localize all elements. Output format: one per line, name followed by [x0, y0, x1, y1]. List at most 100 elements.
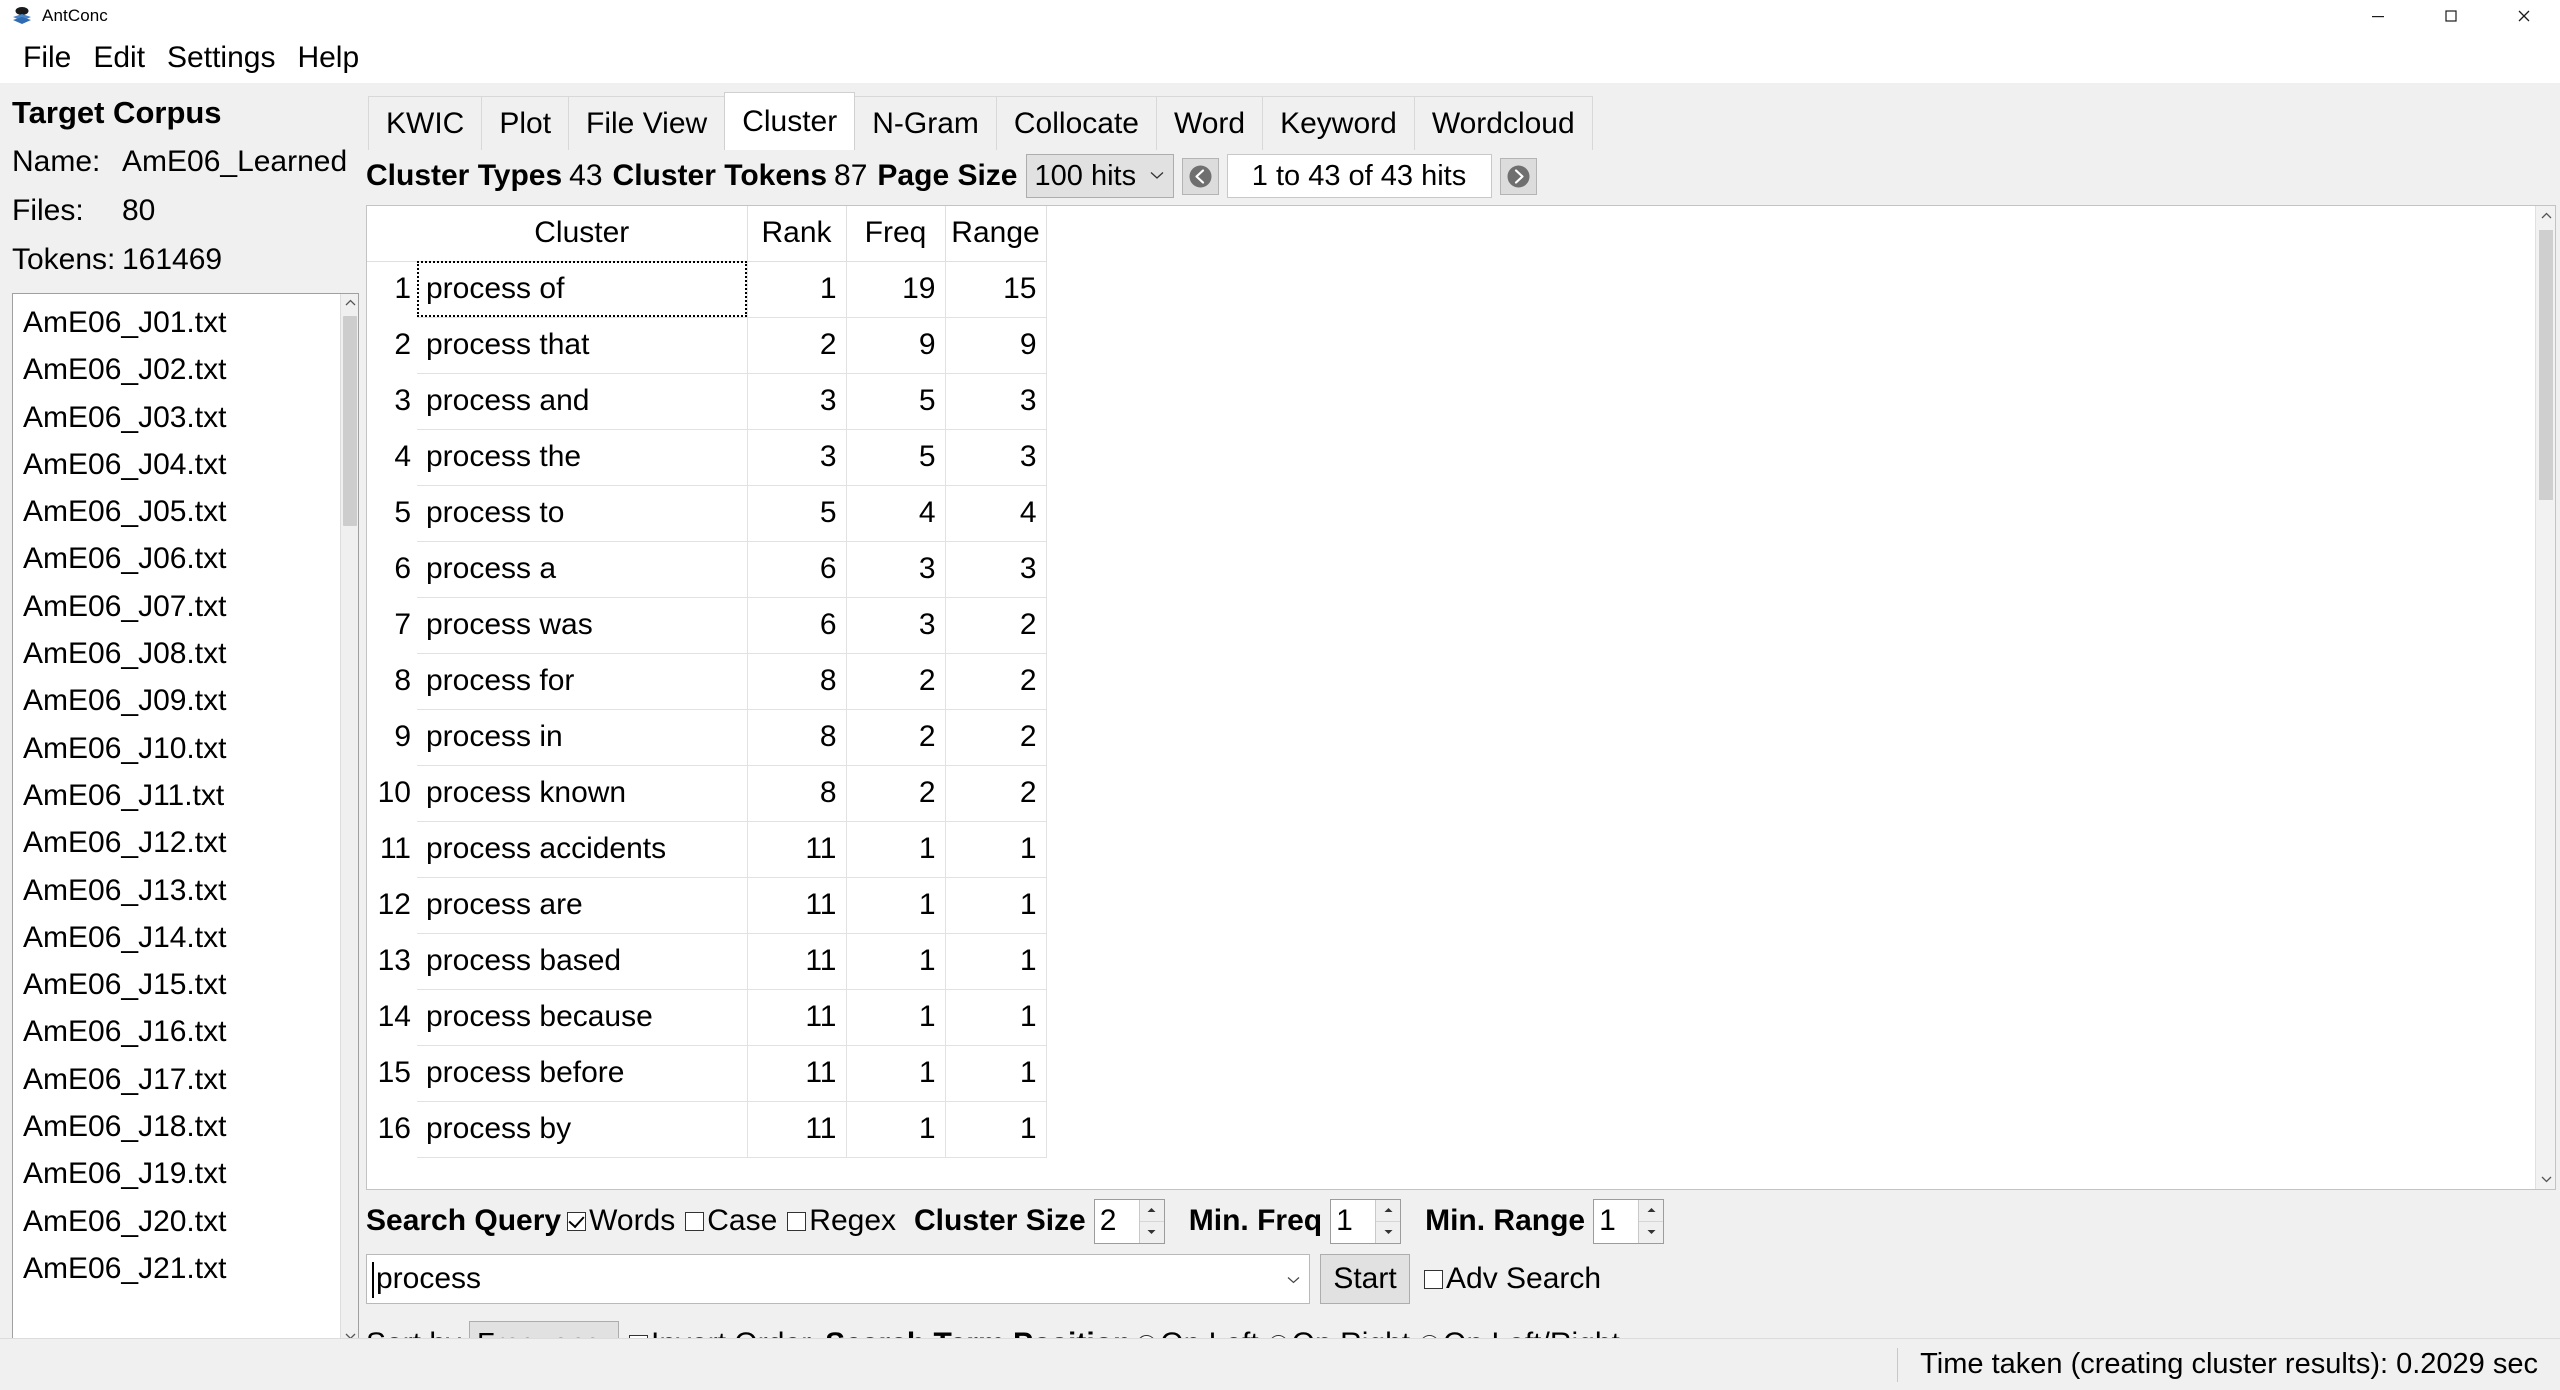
- table-row[interactable]: 9 process in 8 2 2: [367, 709, 1047, 766]
- file-list-item[interactable]: AmE06_J19.txt: [13, 1150, 341, 1197]
- cluster-cell[interactable]: process by: [417, 1101, 748, 1158]
- file-list-item[interactable]: AmE06_J03.txt: [13, 394, 341, 441]
- results-scroll-down-icon[interactable]: [2536, 1169, 2555, 1189]
- file-list-item[interactable]: AmE06_J09.txt: [13, 677, 341, 724]
- previous-page-button[interactable]: [1181, 157, 1219, 195]
- table-row[interactable]: 3 process and 3 5 3: [367, 373, 1047, 430]
- column-header-cluster[interactable]: Cluster: [417, 206, 748, 262]
- corpus-file-list[interactable]: AmE06_J01.txt AmE06_J02.txt AmE06_J03.txt A…: [12, 293, 359, 1346]
- menu-item-settings[interactable]: Settings: [156, 42, 286, 73]
- file-list-item[interactable]: AmE06_J21.txt: [13, 1245, 341, 1292]
- file-list-item[interactable]: AmE06_J16.txt: [13, 1008, 341, 1055]
- file-list-scroll-thumb[interactable]: [343, 316, 357, 526]
- results-vertical-scrollbar[interactable]: [2535, 206, 2555, 1189]
- cluster-size-value[interactable]: 2: [1095, 1200, 1139, 1243]
- maximize-button[interactable]: [2414, 0, 2487, 32]
- menu-item-file[interactable]: File: [12, 42, 82, 73]
- table-row[interactable]: 1 process of 1 19 15: [367, 261, 1047, 318]
- cluster-cell[interactable]: process before: [417, 1045, 748, 1102]
- cluster-cell[interactable]: process based: [417, 933, 748, 990]
- file-list-item[interactable]: AmE06_J10.txt: [13, 725, 341, 772]
- file-list-item[interactable]: AmE06_J18.txt: [13, 1103, 341, 1150]
- file-list-item[interactable]: AmE06_J04.txt: [13, 441, 341, 488]
- min-freq-value[interactable]: 1: [1331, 1200, 1375, 1243]
- case-checkbox[interactable]: Case: [685, 1204, 777, 1238]
- next-page-button[interactable]: [1499, 157, 1537, 195]
- cluster-size-increment-icon[interactable]: [1139, 1199, 1164, 1221]
- file-list-item[interactable]: AmE06_J05.txt: [13, 488, 341, 535]
- table-row[interactable]: 11 process accidents 11 1 1: [367, 821, 1047, 878]
- min-range-value[interactable]: 1: [1594, 1200, 1638, 1243]
- min-freq-stepper[interactable]: 1: [1330, 1198, 1402, 1244]
- page-size-select[interactable]: 100 hits: [1025, 154, 1174, 198]
- cluster-cell[interactable]: process are: [417, 877, 748, 934]
- file-list-item[interactable]: AmE06_J11.txt: [13, 772, 341, 819]
- adv-search-checkbox[interactable]: Adv Search: [1424, 1262, 1601, 1296]
- cluster-size-stepper[interactable]: 2: [1093, 1198, 1165, 1244]
- cluster-cell[interactable]: process was: [417, 597, 748, 654]
- table-row[interactable]: 13 process based 11 1 1: [367, 933, 1047, 990]
- menu-item-help[interactable]: Help: [286, 42, 370, 73]
- cluster-cell[interactable]: process and: [417, 373, 748, 430]
- table-row[interactable]: 15 process before 11 1 1: [367, 1045, 1047, 1102]
- table-row[interactable]: 8 process for 8 2 2: [367, 653, 1047, 710]
- close-button[interactable]: [2487, 0, 2560, 32]
- results-scroll-up-icon[interactable]: [2536, 206, 2555, 226]
- tab-file-view[interactable]: File View: [568, 96, 726, 150]
- min-range-decrement-icon[interactable]: [1639, 1220, 1664, 1243]
- file-list-item[interactable]: AmE06_J02.txt: [13, 346, 341, 393]
- table-row[interactable]: 10 process known 8 2 2: [367, 765, 1047, 822]
- search-query-input[interactable]: process: [366, 1254, 1310, 1304]
- minimize-button[interactable]: [2341, 0, 2414, 32]
- table-row[interactable]: 2 process that 2 9 9: [367, 317, 1047, 374]
- tab-wordcloud[interactable]: Wordcloud: [1413, 96, 1593, 150]
- cluster-cell[interactable]: process in: [417, 709, 748, 766]
- file-list-item[interactable]: AmE06_J20.txt: [13, 1198, 341, 1245]
- menu-item-edit[interactable]: Edit: [82, 42, 156, 73]
- tab-plot[interactable]: Plot: [481, 96, 570, 150]
- table-row[interactable]: 5 process to 5 4 4: [367, 485, 1047, 542]
- file-list-item[interactable]: AmE06_J15.txt: [13, 961, 341, 1008]
- file-list-item[interactable]: AmE06_J06.txt: [13, 535, 341, 582]
- table-row[interactable]: 4 process the 3 5 3: [367, 429, 1047, 486]
- table-row[interactable]: 12 process are 11 1 1: [367, 877, 1047, 934]
- file-list-item[interactable]: AmE06_J07.txt: [13, 583, 341, 630]
- results-scroll-thumb[interactable]: [2539, 230, 2553, 500]
- min-range-increment-icon[interactable]: [1639, 1199, 1664, 1221]
- min-freq-decrement-icon[interactable]: [1376, 1220, 1401, 1243]
- tab-keyword[interactable]: Keyword: [1262, 96, 1415, 150]
- scroll-up-icon[interactable]: [341, 294, 358, 312]
- tab-cluster[interactable]: Cluster: [724, 92, 856, 150]
- column-header-rank[interactable]: Rank: [747, 206, 847, 262]
- cluster-cell[interactable]: process of: [417, 261, 748, 318]
- cluster-cell[interactable]: process for: [417, 653, 748, 710]
- file-list-item[interactable]: AmE06_J12.txt: [13, 819, 341, 866]
- cluster-cell[interactable]: process because: [417, 989, 748, 1046]
- column-header-range[interactable]: Range: [945, 206, 1047, 262]
- chevron-down-icon[interactable]: [1287, 1271, 1300, 1288]
- cluster-cell[interactable]: process the: [417, 429, 748, 486]
- cluster-cell[interactable]: process known: [417, 765, 748, 822]
- file-list-item[interactable]: AmE06_J01.txt: [13, 299, 341, 346]
- min-range-stepper[interactable]: 1: [1593, 1198, 1665, 1244]
- tab-word[interactable]: Word: [1155, 96, 1264, 150]
- tab-kwic[interactable]: KWIC: [368, 96, 483, 150]
- min-freq-increment-icon[interactable]: [1376, 1199, 1401, 1221]
- column-header-freq[interactable]: Freq: [846, 206, 946, 262]
- cluster-cell[interactable]: process accidents: [417, 821, 748, 878]
- table-row[interactable]: 14 process because 11 1 1: [367, 989, 1047, 1046]
- tab-n-gram[interactable]: N-Gram: [854, 96, 997, 150]
- table-row[interactable]: 16 process by 11 1 1: [367, 1101, 1047, 1158]
- cluster-cell[interactable]: process a: [417, 541, 748, 598]
- tab-collocate[interactable]: Collocate: [995, 96, 1157, 150]
- file-list-item[interactable]: AmE06_J14.txt: [13, 914, 341, 961]
- cluster-cell[interactable]: process to: [417, 485, 748, 542]
- table-row[interactable]: 6 process a633: [367, 541, 1047, 598]
- cluster-results-area[interactable]: Cluster Rank Freq Range 1 process of 1 19 15…: [366, 205, 2556, 1190]
- table-row[interactable]: 7 process was 6 3 2: [367, 597, 1047, 654]
- regex-checkbox[interactable]: Regex: [787, 1204, 896, 1238]
- file-list-item[interactable]: AmE06_J13.txt: [13, 867, 341, 914]
- start-button[interactable]: Start: [1320, 1254, 1410, 1304]
- words-checkbox[interactable]: Words: [567, 1204, 675, 1238]
- file-list-scrollbar[interactable]: [340, 294, 358, 1345]
